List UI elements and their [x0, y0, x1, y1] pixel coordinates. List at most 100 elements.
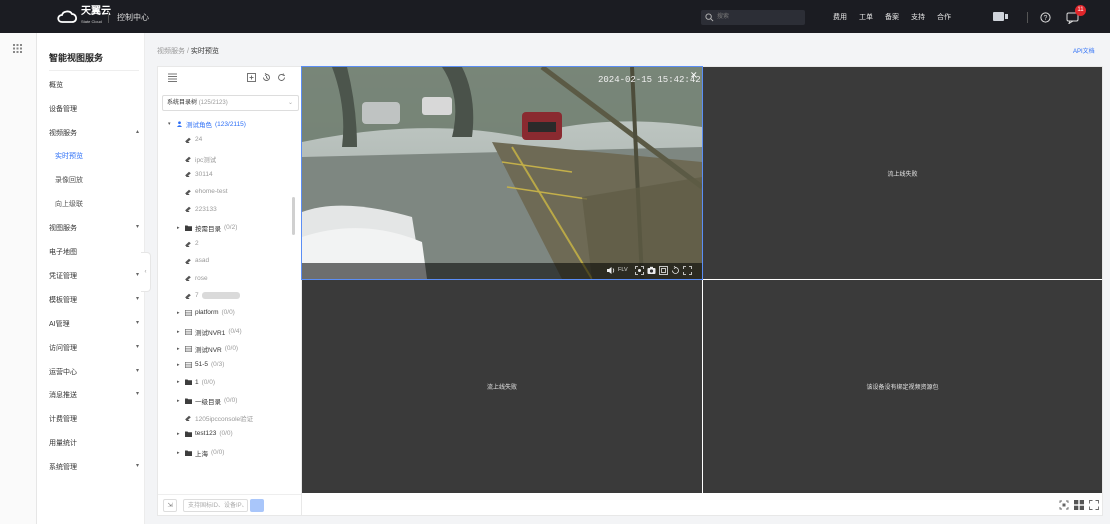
playback-icon[interactable]	[671, 266, 680, 275]
account-icon[interactable]	[993, 11, 1009, 22]
search-icon	[705, 13, 714, 22]
top-bar: 天翼云 State Cloud 控制中心 搜索 费用 工单 备案 支持 合作 ?…	[0, 0, 1110, 33]
tree-folder-item[interactable]: ▾ 测试角色 (123/2115)	[168, 119, 246, 130]
tree-folder-item[interactable]: ▸ 测试NVR (0/0)	[177, 344, 238, 354]
split-layout-icon[interactable]	[1074, 500, 1084, 510]
caret-right-icon[interactable]: ▸	[177, 431, 182, 437]
folder-icon	[185, 379, 192, 385]
fullscreen-icon[interactable]	[683, 266, 692, 275]
collapse-sidebar-toggle[interactable]: ‹	[141, 252, 151, 292]
sidebar-item[interactable]: 视图服务 ▾	[49, 223, 139, 233]
caret-right-icon[interactable]: ▸	[177, 329, 182, 335]
sidebar-item[interactable]: 凭证管理 ▾	[49, 271, 139, 281]
sidebar-item[interactable]: AI管理 ▾	[49, 319, 139, 329]
folder-icon	[185, 398, 192, 404]
tree-device-item[interactable]: 24	[185, 136, 202, 143]
global-search-input[interactable]: 搜索	[701, 10, 805, 25]
nav-partner[interactable]: 合作	[937, 12, 951, 22]
caret-right-icon[interactable]: ▸	[177, 379, 182, 385]
close-icon[interactable]: ✕	[690, 70, 698, 81]
tree-folder-item[interactable]: ▸ test123 (0/0)	[177, 430, 233, 437]
filter-button[interactable]: ⇲	[163, 499, 177, 512]
api-doc-link[interactable]: API文档	[1073, 46, 1095, 55]
sidebar-item[interactable]: 消息推送 ▾	[49, 390, 139, 400]
list-view-icon[interactable]	[168, 73, 177, 82]
console-link[interactable]: 控制中心	[117, 12, 149, 23]
video-cell-1[interactable]: 2024-02-15 15:42:42 ✕ FLV	[301, 66, 703, 280]
sidebar-item[interactable]: 用量统计	[49, 438, 139, 448]
tree-item-label: 测试角色	[186, 122, 212, 129]
history-icon[interactable]	[262, 73, 271, 82]
tree-device-item[interactable]: rose	[185, 275, 208, 282]
tree-device-item[interactable]: ipc测试	[185, 154, 216, 164]
nav-filing[interactable]: 备案	[885, 12, 899, 22]
tree-device-item[interactable]: asad	[185, 257, 209, 264]
camera-icon	[185, 171, 192, 178]
tree-folder-item[interactable]: ▸ 一级目录 (0/0)	[177, 396, 237, 406]
caret-right-icon[interactable]: ▸	[177, 398, 182, 404]
sidebar-item[interactable]: 设备管理	[49, 104, 139, 114]
stream-format-label[interactable]: FLV	[618, 267, 628, 273]
screenshot-all-icon[interactable]	[1059, 500, 1069, 510]
nav-support[interactable]: 支持	[911, 12, 925, 22]
tree-item-count: (0/3)	[211, 361, 225, 369]
tree-scrollbar[interactable]	[292, 197, 295, 235]
sidebar-item[interactable]: 录像回放	[55, 175, 145, 185]
fullscreen-icon[interactable]	[1089, 500, 1099, 510]
breadcrumb-parent[interactable]: 视频服务	[157, 48, 185, 55]
sidebar-divider	[49, 70, 139, 71]
window-icon[interactable]	[659, 266, 668, 275]
snapshot-icon[interactable]	[647, 266, 656, 275]
caret-right-icon[interactable]: ▸	[177, 346, 182, 352]
sidebar-item[interactable]: 电子地图	[49, 247, 139, 257]
brand-logo[interactable]: 天翼云 State Cloud	[56, 7, 111, 27]
device-search-button[interactable]	[250, 499, 264, 512]
refresh-icon[interactable]	[277, 73, 286, 82]
nav-billing[interactable]: 费用	[833, 12, 847, 22]
sidebar-item[interactable]: 视频服务 ▴	[49, 128, 139, 138]
sidebar-item[interactable]: 计费管理	[49, 414, 139, 424]
tree-device-item[interactable]: 223133	[185, 206, 217, 213]
apps-grid-icon[interactable]	[13, 44, 22, 53]
sidebar-item[interactable]: 向上级联	[55, 199, 145, 209]
sidebar-item-label: AI管理	[49, 321, 70, 328]
tree-folder-item[interactable]: ▸ 1 (0/0)	[177, 379, 215, 386]
tree-device-item[interactable]: ehome-test	[185, 188, 228, 195]
video-timestamp: 2024-02-15 15:42:42	[598, 75, 701, 85]
sidebar-item[interactable]: 访问管理 ▾	[49, 343, 139, 353]
volume-icon[interactable]	[606, 266, 615, 275]
help-icon[interactable]: ?	[1040, 12, 1051, 23]
sidebar-item[interactable]: 实时预览	[55, 151, 145, 161]
sidebar-item[interactable]: 系统管理 ▾	[49, 462, 139, 472]
chevron-down-icon: ▾	[135, 368, 139, 374]
sidebar-item[interactable]: 运营中心 ▾	[49, 367, 139, 377]
nav-ticket[interactable]: 工单	[859, 12, 873, 22]
caret-down-icon[interactable]: ▾	[168, 121, 173, 127]
zoom-icon[interactable]	[635, 266, 644, 275]
caret-right-icon[interactable]: ▸	[177, 225, 182, 231]
tree-device-item[interactable]: 7	[185, 292, 240, 299]
tree-type-select[interactable]: 系统目录树 (125/2123) ⌄	[162, 95, 299, 111]
caret-right-icon[interactable]: ▸	[177, 310, 182, 316]
caret-right-icon[interactable]: ▸	[177, 362, 182, 368]
folder-icon	[185, 225, 192, 231]
sidebar-item[interactable]: 概览	[49, 80, 139, 90]
tree-folder-item[interactable]: ▸ platform (0/0)	[177, 309, 235, 316]
tree-folder-item[interactable]: ▸ 51-5 (0/3)	[177, 361, 224, 368]
tree-device-item[interactable]: 30114	[185, 171, 213, 178]
video-cell-3[interactable]: 流上线失败	[302, 280, 702, 493]
expand-all-icon[interactable]	[247, 73, 256, 82]
tree-folder-item[interactable]: ▸ 上海 (0/0)	[177, 448, 224, 458]
video-cell-4[interactable]: 该设备没有绑定视频资源包	[703, 280, 1102, 493]
search-placeholder: 搜索	[717, 14, 730, 20]
tree-device-item[interactable]: 2	[185, 240, 199, 247]
device-search-input[interactable]: 支持国标ID、设备IP、	[183, 499, 248, 512]
caret-right-icon[interactable]: ▸	[177, 450, 182, 456]
video-cell-2[interactable]: 流上线失败	[703, 67, 1102, 279]
video-grid-panel: 2024-02-15 15:42:42 ✕ FLV 流上线失败 流上线失败 该设…	[301, 66, 1103, 516]
redacted-label	[201, 292, 240, 299]
sidebar-item[interactable]: 模板管理 ▾	[49, 295, 139, 305]
tree-folder-item[interactable]: ▸ 按需目录 (0/2)	[177, 223, 237, 233]
tree-folder-item[interactable]: ▸ 测试NVR1 (0/4)	[177, 327, 242, 337]
tree-device-item[interactable]: 1205ipcconsole验证	[185, 413, 253, 423]
